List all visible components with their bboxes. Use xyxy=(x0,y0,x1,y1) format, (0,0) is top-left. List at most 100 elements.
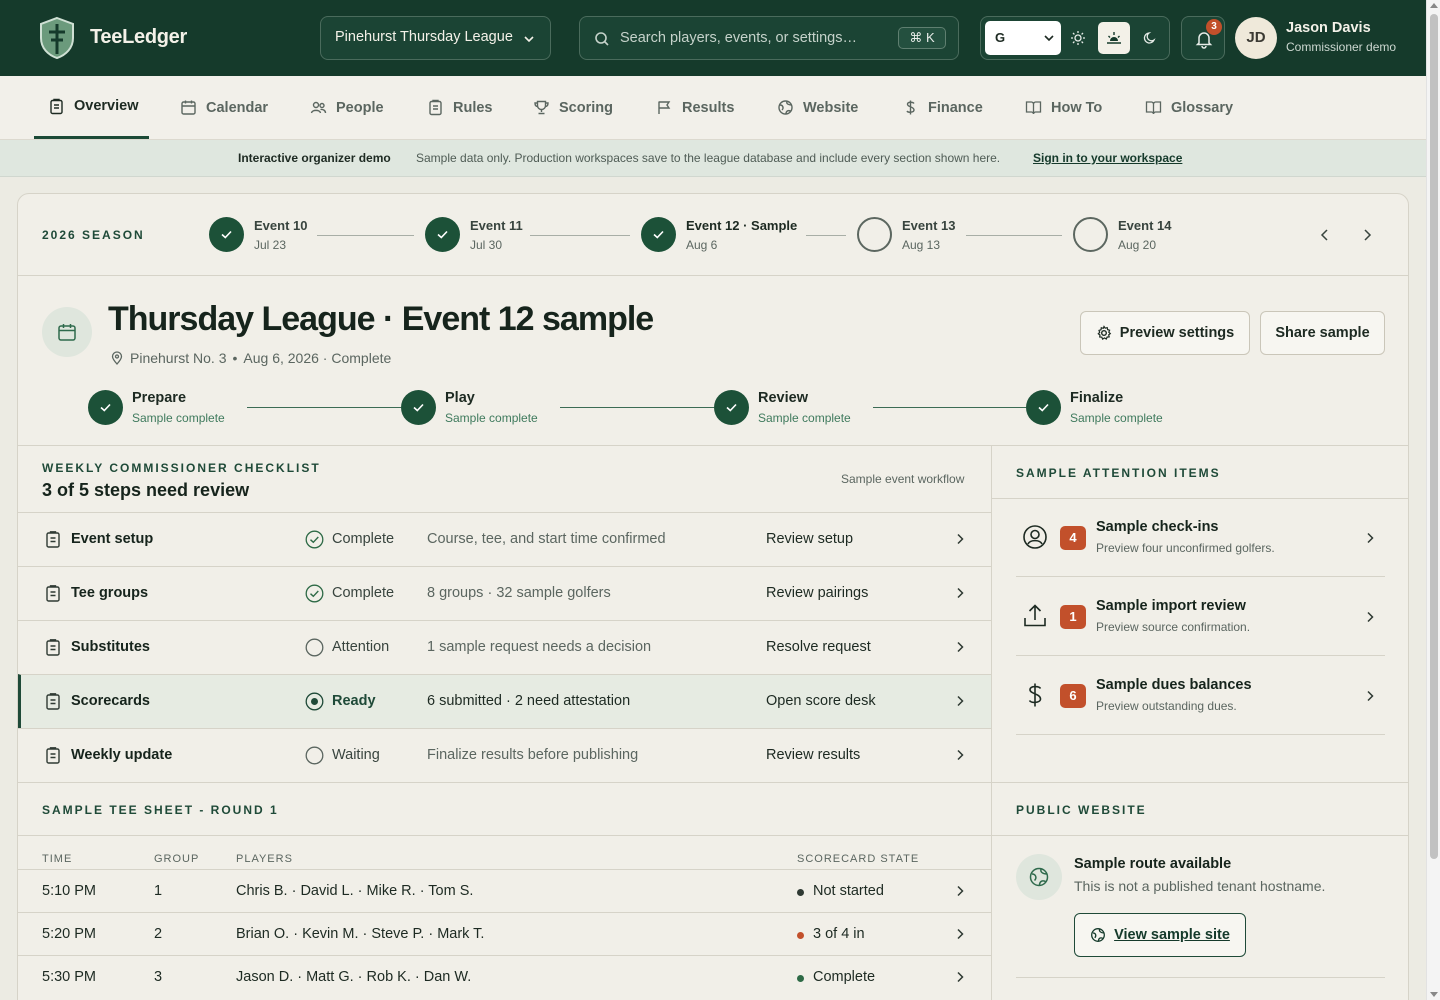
demo-banner: Interactive organizer demo Sample data o… xyxy=(0,140,1426,177)
tab-results[interactable]: Results xyxy=(656,76,734,139)
attention-title: Sample dues balances xyxy=(1096,677,1252,693)
checklist-row-event-setup[interactable]: Event setup Complete Course, tee, and st… xyxy=(18,512,991,566)
preview-settings-button[interactable]: Preview settings xyxy=(1080,311,1250,355)
website-badge xyxy=(1016,854,1062,900)
checklist-row-scorecards[interactable]: Scorecards Ready 6 submitted · 2 need at… xyxy=(18,674,991,728)
tab-finance[interactable]: Finance xyxy=(902,76,983,139)
grade-select[interactable]: G xyxy=(985,21,1061,55)
season-event-name: Event 12 · Sample xyxy=(686,218,798,233)
clipboard-icon xyxy=(46,585,60,602)
checklist-row-tee-groups[interactable]: Tee groups Complete 8 groups · 32 sample… xyxy=(18,566,991,620)
phase-name: Prepare xyxy=(132,390,187,406)
table-row[interactable]: 5:30 PM 3 Jason D. · Matt G. · Rob K. · … xyxy=(18,955,991,998)
column-header-players: PLAYERS xyxy=(236,853,293,865)
table-row[interactable]: 5:20 PM 2 Brian O. · Kevin M. · Steve P.… xyxy=(18,912,991,955)
chevron-left-icon[interactable] xyxy=(1316,226,1334,244)
tab-calendar[interactable]: Calendar xyxy=(180,76,268,139)
attention-desc: Preview four unconfirmed golfers. xyxy=(1096,541,1275,555)
radio-selected-icon xyxy=(305,692,324,711)
brand-name[interactable]: TeeLedger xyxy=(90,26,187,49)
main-nav: Overview Calendar People Rules Scoring R… xyxy=(0,76,1426,140)
empty-circle-icon xyxy=(1073,217,1108,252)
count-badge: 4 xyxy=(1060,526,1086,550)
checklist-action[interactable]: Resolve request xyxy=(766,639,871,655)
display-mode-group: G xyxy=(980,16,1170,60)
clipboard-icon xyxy=(429,99,442,116)
tab-rules[interactable]: Rules xyxy=(427,76,493,139)
scroll-down-arrow[interactable] xyxy=(1430,992,1438,997)
checklist-status: Complete xyxy=(332,531,395,547)
table-row[interactable]: 5:10 PM 1 Chris B. · David L. · Mike R. … xyxy=(18,869,991,912)
checklist-row-weekly-update[interactable]: Weekly update Waiting Finalize results b… xyxy=(18,728,991,782)
attention-item-dues[interactable]: 6 Sample dues balances Preview outstandi… xyxy=(1016,656,1385,735)
view-sample-site-button[interactable]: View sample site xyxy=(1074,913,1246,957)
tab-glossary[interactable]: Glossary xyxy=(1145,76,1233,139)
attention-item-import-review[interactable]: 1 Sample import review Preview source co… xyxy=(1016,577,1385,656)
banner-title: Interactive organizer demo xyxy=(238,151,391,165)
tee-group: 3 xyxy=(154,969,163,985)
tab-label: People xyxy=(336,99,384,116)
column-header-scorecard-state: SCORECARD STATE xyxy=(797,853,920,865)
chevron-right-icon xyxy=(957,749,964,761)
user-name[interactable]: Jason Davis xyxy=(1286,20,1371,36)
chevron-right-icon xyxy=(957,885,964,897)
attention-item-check-ins[interactable]: 4 Sample check-ins Preview four unconfir… xyxy=(1016,498,1385,577)
shield-logo-icon[interactable] xyxy=(38,16,76,60)
search-input[interactable]: Search players, events, or settings… ⌘ K xyxy=(579,16,959,60)
phase-status: Sample complete xyxy=(445,411,538,425)
user-circle-icon xyxy=(1023,525,1047,549)
check-circle-icon xyxy=(425,217,460,252)
tab-website[interactable]: Website xyxy=(777,76,858,139)
chevron-right-icon xyxy=(957,695,964,707)
season-event[interactable]: Event 14 Aug 20 xyxy=(1073,217,1273,253)
search-placeholder: Search players, events, or settings… xyxy=(620,30,857,46)
sunrise-mode-button[interactable] xyxy=(1098,22,1130,54)
share-sample-button[interactable]: Share sample xyxy=(1260,311,1385,355)
season-event-date: Aug 6 xyxy=(686,238,718,252)
tab-people[interactable]: People xyxy=(310,76,384,139)
status-dot xyxy=(797,889,804,896)
attention-kicker: SAMPLE ATTENTION ITEMS xyxy=(1016,466,1221,480)
league-select[interactable]: Pinehurst Thursday League xyxy=(320,16,551,60)
checklist-action[interactable]: Review setup xyxy=(766,531,853,547)
timeline-connector xyxy=(317,235,414,236)
tab-how-to[interactable]: How To xyxy=(1025,76,1102,139)
tab-overview[interactable]: Overview xyxy=(34,76,149,139)
phase-status: Sample complete xyxy=(132,411,225,425)
chevron-right-icon xyxy=(957,641,964,653)
tab-label: Scoring xyxy=(559,99,613,116)
tab-scoring[interactable]: Scoring xyxy=(533,76,613,139)
event-course: Pinehurst No. 3 xyxy=(130,350,227,366)
phase-status: Sample complete xyxy=(758,411,851,425)
scorecard-state: Not started xyxy=(813,883,884,899)
clipboard-icon xyxy=(46,747,60,764)
scroll-up-arrow[interactable] xyxy=(1430,3,1438,8)
attention-title: Sample import review xyxy=(1096,598,1246,614)
checklist-detail: 8 groups · 32 sample golfers xyxy=(427,585,611,601)
check-circle-icon xyxy=(641,217,676,252)
avatar[interactable]: JD xyxy=(1235,17,1277,59)
chevron-right-icon xyxy=(957,928,964,940)
scrollbar-thumb[interactable] xyxy=(1430,14,1438,859)
check-circle-icon xyxy=(1026,390,1061,425)
chevron-right-icon[interactable] xyxy=(1358,226,1376,244)
checklist-detail: Finalize results before publishing xyxy=(427,747,639,763)
checklist-name: Event setup xyxy=(71,531,154,547)
banner-text: Sample data only. Production workspaces … xyxy=(416,151,1001,165)
light-mode-button[interactable] xyxy=(1062,22,1094,54)
grade-select-value: G xyxy=(995,30,1006,45)
season-event-date: Aug 20 xyxy=(1118,238,1157,252)
calendar-icon xyxy=(58,324,76,341)
checklist-row-substitutes[interactable]: Substitutes Attention 1 sample request n… xyxy=(18,620,991,674)
page-scrollbar[interactable] xyxy=(1426,0,1440,1000)
flag-icon xyxy=(658,101,671,114)
dark-mode-button[interactable] xyxy=(1134,22,1166,54)
event-card: 2026 SEASON Event 10 Jul 23 Event 11 Jul… xyxy=(17,193,1409,1000)
sign-in-link[interactable]: Sign in to your workspace xyxy=(1033,151,1182,165)
notifications-button[interactable]: 3 xyxy=(1181,16,1225,60)
checklist-action[interactable]: Review results xyxy=(766,747,860,763)
checklist-action[interactable]: Review pairings xyxy=(766,585,868,601)
checklist-action[interactable]: Open score desk xyxy=(766,693,876,709)
attention-title: Sample check-ins xyxy=(1096,519,1219,535)
check-circle-icon xyxy=(209,217,244,252)
